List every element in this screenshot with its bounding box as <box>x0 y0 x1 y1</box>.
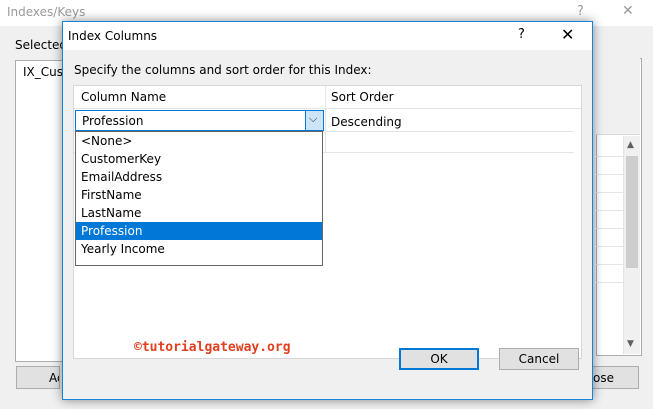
chevron-down-icon: ⌵ <box>309 112 318 125</box>
sort-order-header: Sort Order <box>331 90 394 104</box>
help-icon[interactable]: ? <box>518 27 525 42</box>
close-button[interactable]: ose <box>592 366 639 389</box>
column-divider <box>325 86 326 152</box>
dropdown-option[interactable]: FirstName <box>76 186 322 204</box>
index-columns-dialog: Index Columns ? ✕ Specify the columns an… <box>62 21 593 400</box>
index-columns-grid: Column Name Sort Order Descending Profes… <box>73 85 582 359</box>
column-name-combobox[interactable]: Profession ⌵ <box>75 110 324 131</box>
column-name-dropdown-list[interactable]: <None> CustomerKey EmailAddress FirstNam… <box>75 131 323 266</box>
grid-header: Column Name Sort Order <box>74 86 581 109</box>
vertical-scrollbar[interactable]: ▲ ▼ <box>623 136 640 354</box>
dropdown-option[interactable]: EmailAddress <box>76 168 322 186</box>
dropdown-option[interactable]: LastName <box>76 204 322 222</box>
cancel-button[interactable]: Cancel <box>499 348 579 370</box>
close-icon[interactable]: ✕ <box>622 3 634 19</box>
dialog-titlebar: Index Columns ? ✕ <box>63 22 592 50</box>
dropdown-option-selected[interactable]: Profession <box>76 222 322 240</box>
properties-grid-header <box>596 58 640 135</box>
dropdown-option[interactable]: CustomerKey <box>76 150 322 168</box>
grid-row-line <box>596 192 623 193</box>
ok-button[interactable]: OK <box>399 348 479 370</box>
grid-row-line <box>596 228 623 229</box>
column-name-value: Profession <box>82 114 144 128</box>
grid-row-line <box>596 174 623 175</box>
scroll-down-icon[interactable]: ▼ <box>627 339 634 349</box>
scrollbar-thumb[interactable] <box>626 156 638 268</box>
close-icon[interactable]: ✕ <box>561 25 574 44</box>
scroll-up-icon[interactable]: ▲ <box>627 140 634 150</box>
dropdown-option[interactable]: <None> <box>76 132 322 150</box>
sort-order-cell[interactable]: Descending <box>331 115 402 129</box>
watermark: ©tutorialgateway.org <box>134 340 291 355</box>
selected-label: Selected <box>15 38 68 52</box>
dialog-instructions: Specify the columns and sort order for t… <box>74 63 372 77</box>
help-icon[interactable]: ? <box>577 4 584 19</box>
add-button[interactable]: Ad <box>16 366 60 389</box>
dropdown-option[interactable]: Yearly Income <box>76 240 322 258</box>
indexes-keys-title: Indexes/Keys <box>7 5 86 19</box>
grid-row-line <box>596 264 623 265</box>
grid-row-line <box>596 210 623 211</box>
grid-row-line <box>596 156 623 157</box>
grid-row-line <box>596 282 623 283</box>
grid-row-line <box>596 246 623 247</box>
column-name-header: Column Name <box>81 90 167 104</box>
dialog-title: Index Columns <box>68 29 158 43</box>
dropdown-button[interactable]: ⌵ <box>305 110 324 131</box>
index-list-item[interactable]: IX_Cust <box>23 65 68 79</box>
